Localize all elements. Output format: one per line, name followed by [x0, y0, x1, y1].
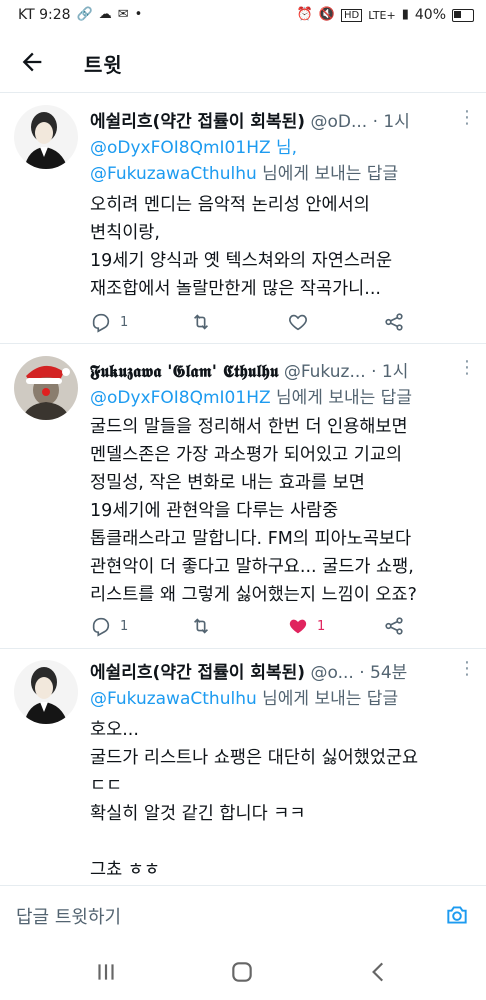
- hd-icon: HD: [340, 8, 363, 22]
- retweet-button[interactable]: [190, 311, 220, 333]
- camera-icon[interactable]: [444, 902, 470, 928]
- app-bar: 트윗: [0, 32, 486, 93]
- tweet-actions: 1 1: [90, 615, 468, 639]
- display-name[interactable]: 에쉴리흐(약간 접률이 회복된): [90, 663, 305, 683]
- mention-link[interactable]: @FukuzawaCthulhu: [90, 689, 257, 709]
- replying-to: @oDyxFOI8QmI01HZ 님, @FukuzawaCthulhu 님에게…: [90, 135, 398, 187]
- mail-icon: ✉: [117, 7, 129, 22]
- mute-icon: 🔇: [318, 7, 335, 22]
- user-handle[interactable]: @Fukuz...: [284, 362, 366, 382]
- reply-count: 1: [120, 314, 129, 330]
- link-icon: 🔗: [76, 7, 93, 22]
- home-icon[interactable]: [229, 959, 255, 985]
- tweet-header: 에쉴리흐(약간 접률이 회복된) @oD... · 1시: [90, 112, 410, 132]
- retweet-button[interactable]: [190, 615, 220, 637]
- reply-button[interactable]: 1: [90, 615, 128, 637]
- more-options-icon[interactable]: ⋮: [458, 658, 476, 679]
- network-type: LTE+: [368, 8, 396, 22]
- back-nav-icon[interactable]: [366, 959, 392, 985]
- back-arrow-icon[interactable]: [18, 48, 46, 76]
- reply-placeholder[interactable]: 답글 트윗하기: [16, 903, 121, 929]
- signal-icon: ▮: [401, 7, 409, 22]
- mention-link[interactable]: @oDyxFOI8QmI01HZ: [90, 388, 271, 408]
- replying-to: @FukuzawaCthulhu 님에게 보내는 답글: [90, 686, 398, 712]
- share-icon: [385, 617, 403, 635]
- reply-composer[interactable]: 답글 트윗하기: [0, 885, 486, 946]
- replying-to-suffix: 님에게 보내는 답글: [270, 388, 412, 408]
- battery-percent: 40%: [414, 7, 446, 23]
- avatar[interactable]: [14, 356, 78, 420]
- tweet-text: 오히려 멘디는 음악적 논리성 안에서의 변칙이랑, 19세기 양식과 옛 텍스…: [90, 195, 393, 299]
- like-button[interactable]: 1: [287, 615, 325, 637]
- clock: KT 9:28: [18, 7, 71, 23]
- tweet-header: 에쉴리흐(약간 접률이 회복된) @o... · 54분: [90, 663, 408, 683]
- recent-apps-icon[interactable]: [93, 959, 119, 985]
- more-options-icon[interactable]: ⋮: [458, 357, 476, 378]
- tweet[interactable]: 에쉴리흐(약간 접률이 회복된) @o... · 54분 ⋮ @Fukuzawa…: [0, 648, 486, 885]
- retweet-icon: [193, 618, 209, 634]
- retweet-icon: [193, 314, 209, 330]
- share-button[interactable]: [383, 615, 405, 637]
- reply-button[interactable]: 1: [90, 311, 128, 333]
- more-options-icon[interactable]: ⋮: [458, 107, 476, 128]
- page-title: 트윗: [84, 53, 123, 77]
- alarm-icon: ⏰: [296, 7, 313, 22]
- share-icon: [385, 313, 403, 331]
- dot-icon: •: [134, 7, 143, 22]
- tweet-text: 굴드의 말들을 정리해서 한번 더 인용해보면 멘델스존은 가장 과소평가 되어…: [90, 417, 417, 605]
- avatar[interactable]: [14, 105, 78, 169]
- battery-icon: [452, 8, 474, 22]
- like-count: 1: [317, 618, 326, 634]
- reply-count: 1: [120, 618, 129, 634]
- tweet-actions: 1: [90, 311, 468, 335]
- replying-to-suffix: 님에게 보내는 답글: [256, 164, 399, 184]
- display-name[interactable]: 에쉴리흐(약간 접률이 회복된): [90, 112, 305, 132]
- status-bar: KT 9:28 🔗 ☁ ✉ • ⏰ 🔇 HD LTE+ ▮ 40%: [0, 0, 486, 32]
- heart-filled-icon: [289, 619, 307, 634]
- share-button[interactable]: [383, 311, 405, 333]
- replying-to: @oDyxFOI8QmI01HZ 님에게 보내는 답글: [90, 385, 412, 411]
- timestamp: 1시: [383, 112, 410, 132]
- tweet-text: 호오... 굴드가 리스트나 쇼팽은 대단히 싫어했었군요 ㄷㄷ 확실히 알것 …: [90, 720, 419, 880]
- system-nav-bar: [0, 945, 486, 1000]
- like-button[interactable]: [287, 311, 317, 333]
- tweet-header: 𝕱𝖚𝖐𝖚𝖟𝖆𝖜𝖆 '𝕲𝖑𝖆𝖒' 𝕮𝖙𝖍𝖚𝖑𝖍𝖚 @Fukuz... · 1시: [90, 362, 409, 382]
- avatar[interactable]: [14, 660, 78, 724]
- timestamp: 1시: [381, 362, 409, 382]
- tweet[interactable]: 에쉴리흐(약간 접률이 회복된) @oD... · 1시 ⋮ @oDyxFOI8…: [0, 93, 486, 344]
- timestamp: 54분: [370, 663, 408, 683]
- user-handle[interactable]: @o...: [310, 663, 353, 683]
- replying-to-suffix: 님에게 보내는 답글: [256, 689, 399, 709]
- cloud-icon: ☁: [98, 7, 112, 22]
- tweet[interactable]: 𝕱𝖚𝖐𝖚𝖟𝖆𝖜𝖆 '𝕲𝖑𝖆𝖒' 𝕮𝖙𝖍𝖚𝖑𝖍𝖚 @Fukuz... · 1시 ⋮…: [0, 343, 486, 649]
- display-name[interactable]: 𝕱𝖚𝖐𝖚𝖟𝖆𝖜𝖆 '𝕲𝖑𝖆𝖒' 𝕮𝖙𝖍𝖚𝖑𝖍𝖚: [90, 362, 278, 382]
- reply-icon: [92, 313, 110, 333]
- reply-icon: [92, 617, 110, 637]
- user-handle[interactable]: @oD...: [310, 112, 367, 132]
- heart-icon: [289, 314, 307, 331]
